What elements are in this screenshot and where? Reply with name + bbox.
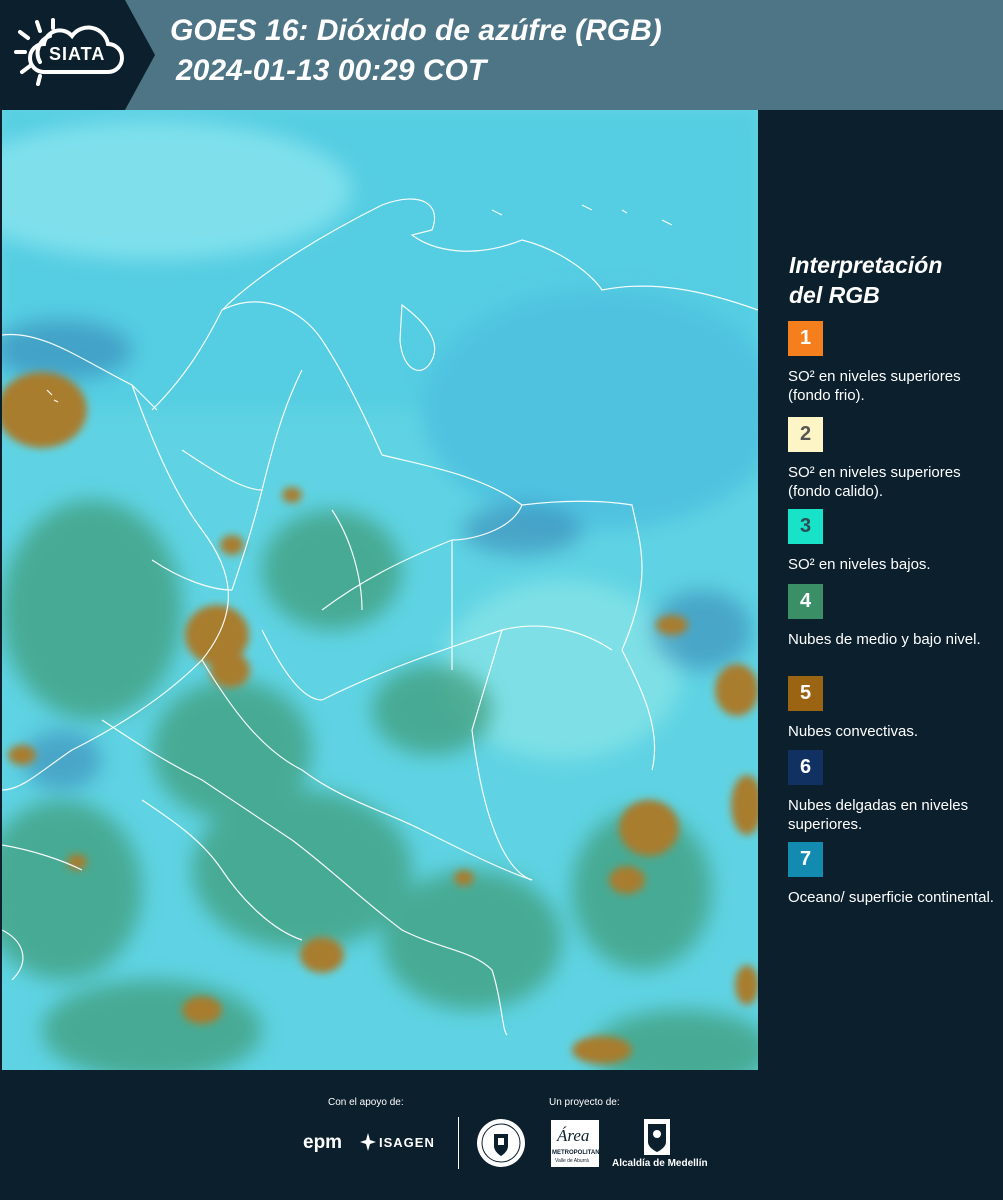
page-title: GOES 16: Dióxido de azúfre (RGB) [170,14,662,47]
header-bar: SIATA GOES 16: Dióxido de azúfre (RGB) 2… [0,0,1003,110]
legend-title: Interpretación del RGB [789,250,989,310]
area-metropolitana-logo: Área METROPOLITANA Valle de Aburrá [551,1120,604,1167]
legend-item-4: 4 Nubes de medio y bajo nivel. [788,584,998,649]
legend-label-6: Nubes delgadas en niveles superiores. [788,797,969,833]
area-logo-top: Área [557,1126,590,1145]
satellite-map [2,110,758,1070]
legend-swatch-1: 1 [788,321,823,356]
coat-of-arms-icon [644,1119,670,1155]
legend-item-3: 3 SO² en niveles bajos. [788,509,998,574]
legend-label-5: Nubes convectivas. [788,723,919,740]
area-logo-sub2: Valle de Aburrá [555,1158,589,1164]
legend-label-1: SO² en niveles superiores (fondo frio). [788,368,961,404]
alcaldia-logo: Alcaldía de Medellín [612,1158,708,1169]
footer-divider [458,1117,459,1169]
footer: Con el apoyo de: Un proyecto de: epm ISA… [0,1070,1003,1200]
legend-swatch-5: 5 [788,676,823,711]
legend-swatch-2: 2 [788,417,823,452]
legend-label-4: Nubes de medio y bajo nivel. [788,631,981,648]
project-label: Un proyecto de: [549,1097,620,1108]
area-logo-sub: METROPOLITANA [552,1150,604,1156]
legend-title-line2: del RGB [789,282,880,308]
page-timestamp: 2024-01-13 00:29 COT [176,54,487,87]
isagen-logo: ISAGEN [379,1135,435,1150]
medellin-seal-icon [477,1119,525,1167]
legend-swatch-3: 3 [788,509,823,544]
legend-item-7: 7 Oceano/ superficie continental. [788,842,998,907]
legend-item-6: 6 Nubes delgadas en niveles superiores. [788,750,998,834]
isagen-star-icon [360,1133,376,1151]
support-label: Con el apoyo de: [328,1097,404,1108]
legend-label-3: SO² en niveles bajos. [788,556,931,573]
epm-logo: epm [303,1132,343,1153]
legend-item-2: 2 SO² en niveles superiores (fondo calid… [788,417,998,501]
siata-logo: SIATA [0,0,155,110]
legend-item-5: 5 Nubes convectivas. [788,676,998,741]
legend-title-line1: Interpretación [789,252,943,278]
legend-swatch-7: 7 [788,842,823,877]
legend-label-7: Oceano/ superficie continental. [788,889,994,906]
legend-label-2: SO² en niveles superiores (fondo calido)… [788,464,961,500]
legend-swatch-6: 6 [788,750,823,785]
siata-logo-text: SIATA [49,44,106,64]
legend-item-1: 1 SO² en niveles superiores (fondo frio)… [788,321,998,405]
rgb-legend: Interpretación del RGB 1 SO² en niveles … [760,110,1003,1070]
legend-swatch-4: 4 [788,584,823,619]
